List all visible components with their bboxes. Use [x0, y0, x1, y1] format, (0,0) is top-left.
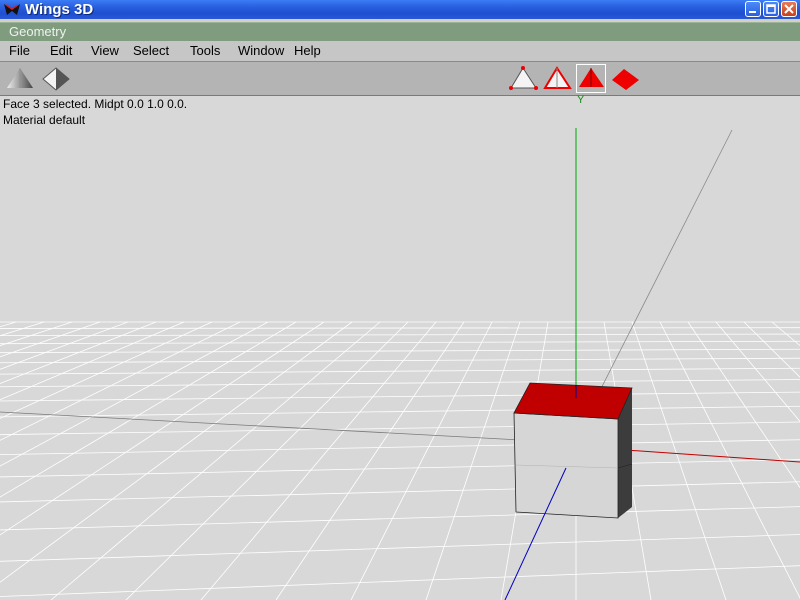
menu-tools[interactable]: Tools: [190, 41, 220, 61]
y-axis-label: Y: [577, 94, 585, 106]
menu-window[interactable]: Window: [238, 41, 284, 61]
cube-top-face-selected: [513, 382, 633, 420]
menu-file[interactable]: File: [9, 41, 30, 61]
minimize-icon: [749, 11, 756, 13]
menu-view[interactable]: View: [91, 41, 119, 61]
wings3d-app-icon: [3, 2, 21, 17]
toolbar: [0, 62, 800, 96]
object-select-mode-button[interactable]: [610, 64, 640, 93]
smooth-shaded-button[interactable]: [5, 64, 35, 93]
3d-viewport[interactable]: Face 3 selected. Midpt 0.0 1.0 0.0. Mate…: [0, 94, 800, 600]
geometry-window-caption[interactable]: Geometry: [0, 22, 800, 41]
smooth-shaded-icon: [7, 68, 33, 88]
close-button[interactable]: [781, 1, 797, 17]
maximize-icon: [766, 4, 776, 14]
vertex-select-mode-button[interactable]: [508, 64, 538, 93]
viewport-scene: [0, 128, 800, 600]
minimize-button[interactable]: [745, 1, 761, 17]
z-axis-negative: [579, 129, 733, 431]
close-icon: [784, 4, 794, 14]
material-info: Material default: [3, 113, 86, 127]
edge-select-mode-icon: [543, 66, 572, 89]
menu-help[interactable]: Help: [294, 41, 321, 61]
x-axis: [624, 449, 800, 463]
object-select-mode-icon: [612, 69, 639, 90]
ground-grid: [0, 321, 800, 600]
menu-select[interactable]: Select: [133, 41, 169, 61]
face-select-mode-button[interactable]: [576, 64, 606, 93]
menu-edit[interactable]: Edit: [50, 41, 72, 61]
x-axis-negative: [0, 411, 521, 441]
wireframe-button[interactable]: [40, 64, 70, 93]
vertex-select-mode-icon: [509, 66, 538, 90]
cube-object: [513, 382, 633, 519]
wireframe-icon: [42, 67, 70, 91]
window-titlebar[interactable]: Wings 3D: [0, 0, 800, 19]
selection-info: Face 3 selected. Midpt 0.0 1.0 0.0.: [3, 97, 188, 111]
face-select-mode-icon: [579, 68, 604, 87]
window-title: Wings 3D: [25, 1, 94, 18]
maximize-button[interactable]: [763, 1, 779, 17]
edge-select-mode-button[interactable]: [542, 64, 572, 93]
geometry-window-title: Geometry: [9, 24, 67, 39]
menu-bar: File Edit View Select Tools Window Help: [0, 41, 800, 62]
